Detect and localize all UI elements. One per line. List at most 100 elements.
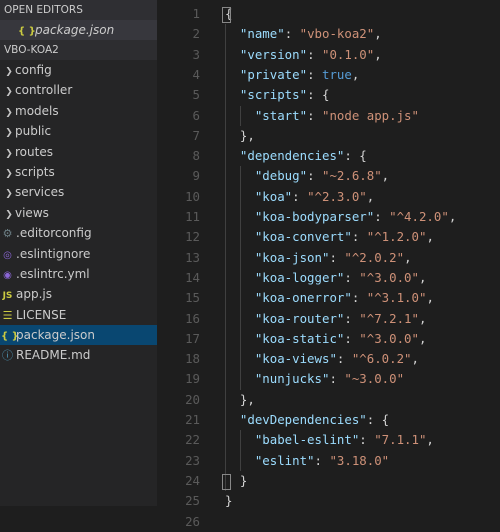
folder-views[interactable]: ❯ views [0,203,157,223]
code-text: "koa-views": "^6.0.2", [254,351,419,367]
line-number: 19 [185,371,200,387]
line-number: 10 [185,188,200,204]
eslint-icon: ◉ [3,269,12,281]
json-icon: { } [1,331,19,343]
folder-services[interactable]: ❯ services [0,182,157,202]
line-number: 14 [185,269,200,285]
line-number: 15 [185,290,200,306]
code-text: "koa": "^2.3.0", [254,188,375,204]
info-icon: ⓘ [2,349,13,363]
code-line: 12 "koa-convert": "^1.2.0", [157,227,500,247]
js-icon: JS [2,291,13,302]
chevron-right-icon: ❯ [5,107,13,118]
code-line: 14 "koa-logger": "^3.0.0", [157,268,500,288]
file-label: .eslintignore [16,246,91,261]
file-label: app.js [16,287,52,302]
file-item[interactable]: ⓘ README.md [0,345,157,365]
open-editors-header[interactable]: OPEN EDITORS [0,0,157,20]
project-header[interactable]: VBO-KOA2 [0,40,157,60]
folder-routes[interactable]: ❯ routes [0,142,157,162]
code-text: "eslint": "3.18.0" [254,452,390,468]
file-label: LICENSE [16,307,67,322]
code-line: 20 }, [157,390,500,410]
code-text: "nunjucks": "~3.0.0" [254,371,405,387]
code-text: "koa-router": "^7.2.1", [254,310,427,326]
code-line: 9 "debug": "~2.6.8", [157,166,500,186]
line-number: 18 [185,351,200,367]
file-item[interactable]: { }package.json [0,325,157,346]
code-line: 11 "koa-bodyparser": "^4.2.0", [157,207,500,227]
code-editor[interactable]: 1{2 "name": "vbo-koa2", 3 "version": "0.1… [157,0,500,529]
line-number: 25 [185,493,200,509]
line-number: 26 [185,513,200,529]
line-number: 24 [185,472,200,488]
chevron-right-icon: ❯ [5,67,13,77]
file-item[interactable]: ◉ .eslintrc.yml [0,264,157,284]
line-number: 8 [192,148,200,164]
file-item[interactable]: JS app.js [0,284,157,304]
json-icon: { } [18,26,36,37]
code-text: "koa-onerror": "^3.1.0", [254,290,434,306]
line-number: 17 [185,330,200,346]
folder-label: services [15,185,65,200]
folder-public[interactable]: ❯ public [0,121,157,141]
chevron-right-icon: ❯ [5,128,13,139]
code-line: 15 "koa-onerror": "^3.1.0", [157,288,500,308]
code-text: }, [239,391,255,407]
line-number: 23 [185,452,200,468]
vscode-window: OPEN EDITORS { }package.json VBO-KOA2 ❯ c… [0,0,500,529]
folder-label: views [15,205,49,220]
code-line: 3 "version": "0.1.0", [157,45,500,65]
line-number: 3 [192,46,200,62]
folder-config[interactable]: ❯ config [0,60,157,80]
code-text: }, [239,127,255,143]
line-number: 2 [192,26,200,42]
file-label: README.md [16,348,91,363]
code-line: 1{ [157,4,500,24]
line-number: 21 [185,412,200,427]
code-line: 17 "koa-static": "^3.0.0", [157,329,500,349]
code-line: 10 "koa": "^2.3.0", [157,187,500,207]
file-label: package.json [16,328,96,343]
line-number: 9 [192,168,200,184]
line-number: 12 [185,229,200,245]
file-item[interactable]: ⚙ .editorconfig [0,223,157,243]
eslint-icon: ◎ [3,249,12,261]
file-item[interactable]: ◎ .eslintignore [0,244,157,264]
code-line: 21 "devDependencies": { [157,410,500,430]
code-text: "koa-static": "^3.0.0", [254,330,427,346]
chevron-right-icon: ❯ [5,209,13,220]
code-text: "debug": "~2.6.8", [254,168,390,184]
code-text: } [225,493,233,509]
code-text: "devDependencies": { [239,412,390,427]
line-number: 22 [185,432,200,448]
gear-icon: ⚙ [2,227,13,241]
line-number: 4 [192,66,200,82]
file-item[interactable]: ☰ LICENSE [0,305,157,325]
folder-label: routes [15,144,53,159]
file-tree: ❯ config ❯ controller ❯ models ❯ public ❯ routes ❯… [0,60,157,366]
code-text: "koa-json": "^2.0.2", [254,249,412,265]
explorer-sidebar: OPEN EDITORS { }package.json VBO-KOA2 ❯ c… [0,0,157,506]
folder-controller[interactable]: ❯ controller [0,80,157,100]
code-line: 16 "koa-router": "^7.2.1", [157,309,500,329]
code-text: "dependencies": { [239,148,367,164]
bracket-match-close [222,474,231,490]
code-line: 5 "scripts": { [157,85,500,105]
code-line: 13 "koa-json": "^2.0.2", [157,248,500,268]
code-line: 26 [157,512,500,532]
folder-label: controller [15,83,73,98]
folder-models[interactable]: ❯ models [0,101,157,121]
folder-scripts[interactable]: ❯ scripts [0,162,157,182]
folder-label: models [15,103,59,118]
line-number: 16 [185,310,200,326]
chevron-right-icon: ❯ [5,148,13,159]
code-line: 25} [157,491,500,511]
code-line: 8 "dependencies": { [157,146,500,166]
open-editor-item[interactable]: { }package.json [0,20,157,40]
line-number: 11 [185,209,200,224]
license-icon: ☰ [2,308,13,322]
code-line: 22 "babel-eslint": "7.1.1", [157,430,500,450]
code-text: "koa-bodyparser": "^4.2.0", [254,209,457,224]
line-number: 13 [185,249,200,265]
